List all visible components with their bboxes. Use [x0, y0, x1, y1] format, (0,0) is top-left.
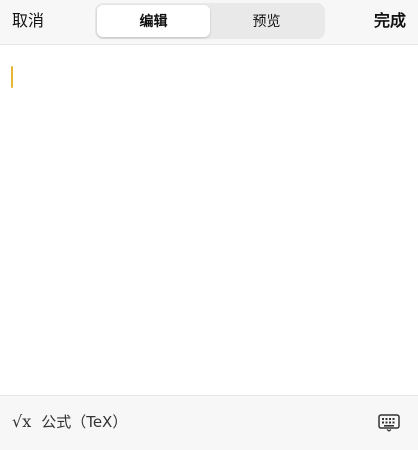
formula-text-editor[interactable]: [0, 45, 418, 395]
square-root-icon: √x: [12, 412, 32, 431]
cancel-button[interactable]: 取消: [12, 11, 44, 31]
mode-segmented-control: 编辑 预览: [95, 3, 325, 39]
tab-edit[interactable]: 编辑: [97, 5, 210, 37]
keyboard-icon-graphic: [378, 414, 400, 432]
top-navigation-bar: 取消 编辑 预览 完成: [0, 0, 418, 45]
done-button[interactable]: 完成: [374, 11, 406, 31]
keyboard-icon[interactable]: [378, 414, 400, 432]
bottom-toolbar: √x 公式（TeX）: [0, 395, 418, 450]
text-caret: [11, 66, 13, 88]
formula-tex-button[interactable]: √x 公式（TeX）: [12, 412, 128, 432]
formula-editor-screen: 取消 编辑 预览 完成 √x 公式（TeX）: [0, 0, 418, 450]
formula-tex-label: 公式（TeX）: [41, 413, 128, 431]
tab-preview[interactable]: 预览: [210, 5, 323, 37]
